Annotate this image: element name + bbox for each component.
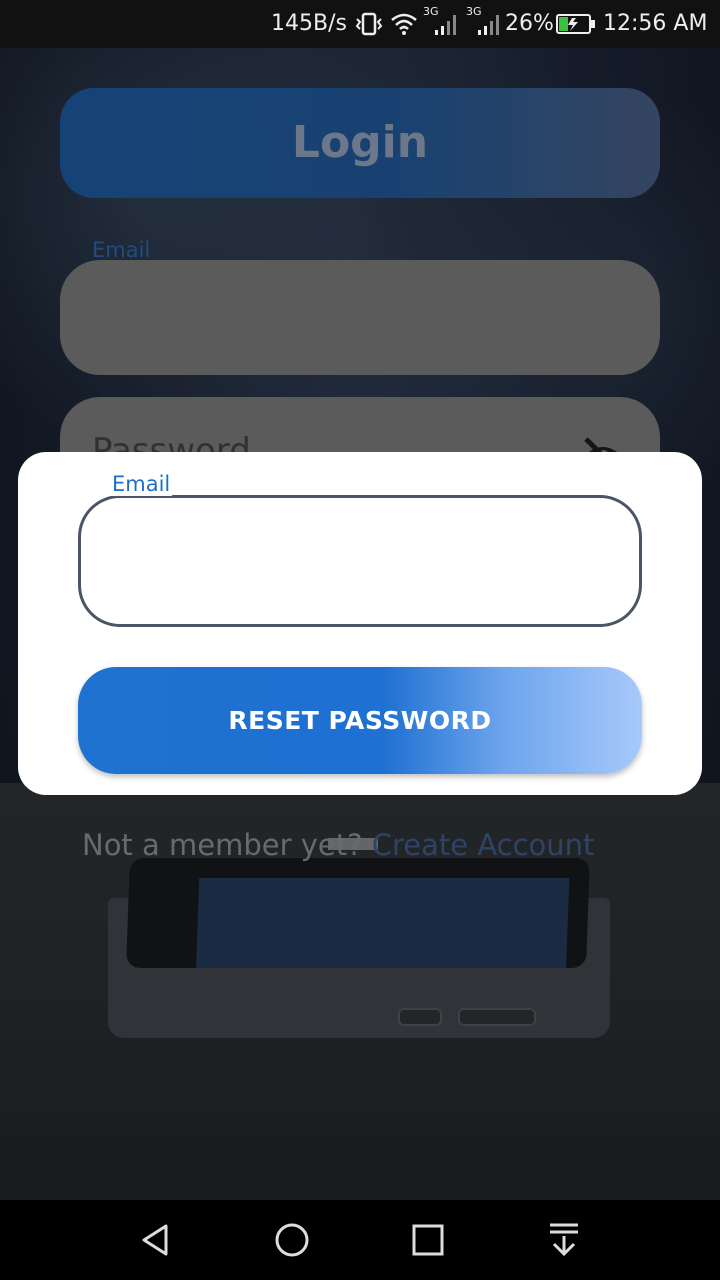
home-icon[interactable] bbox=[274, 1222, 310, 1258]
wifi-icon bbox=[391, 13, 417, 35]
back-icon[interactable] bbox=[138, 1222, 174, 1258]
reset-email-input[interactable] bbox=[78, 495, 642, 627]
net-speed: 145B/s bbox=[271, 11, 347, 36]
battery-percent: 26% bbox=[505, 11, 554, 36]
notification-pull-icon[interactable] bbox=[546, 1222, 582, 1258]
reset-email-label: Email bbox=[110, 472, 173, 496]
signal-icon bbox=[478, 15, 499, 35]
reset-password-button[interactable]: RESET PASSWORD bbox=[78, 667, 642, 774]
signal-icon bbox=[435, 15, 456, 35]
recents-icon[interactable] bbox=[410, 1222, 446, 1258]
vibrate-icon bbox=[355, 12, 383, 36]
clock: 12:56 AM bbox=[603, 11, 708, 36]
navigation-bar bbox=[0, 1200, 720, 1280]
battery-charging-icon bbox=[556, 14, 595, 34]
status-bar: 145B/s 3G 3G 26% 12:56 AM bbox=[0, 0, 720, 48]
